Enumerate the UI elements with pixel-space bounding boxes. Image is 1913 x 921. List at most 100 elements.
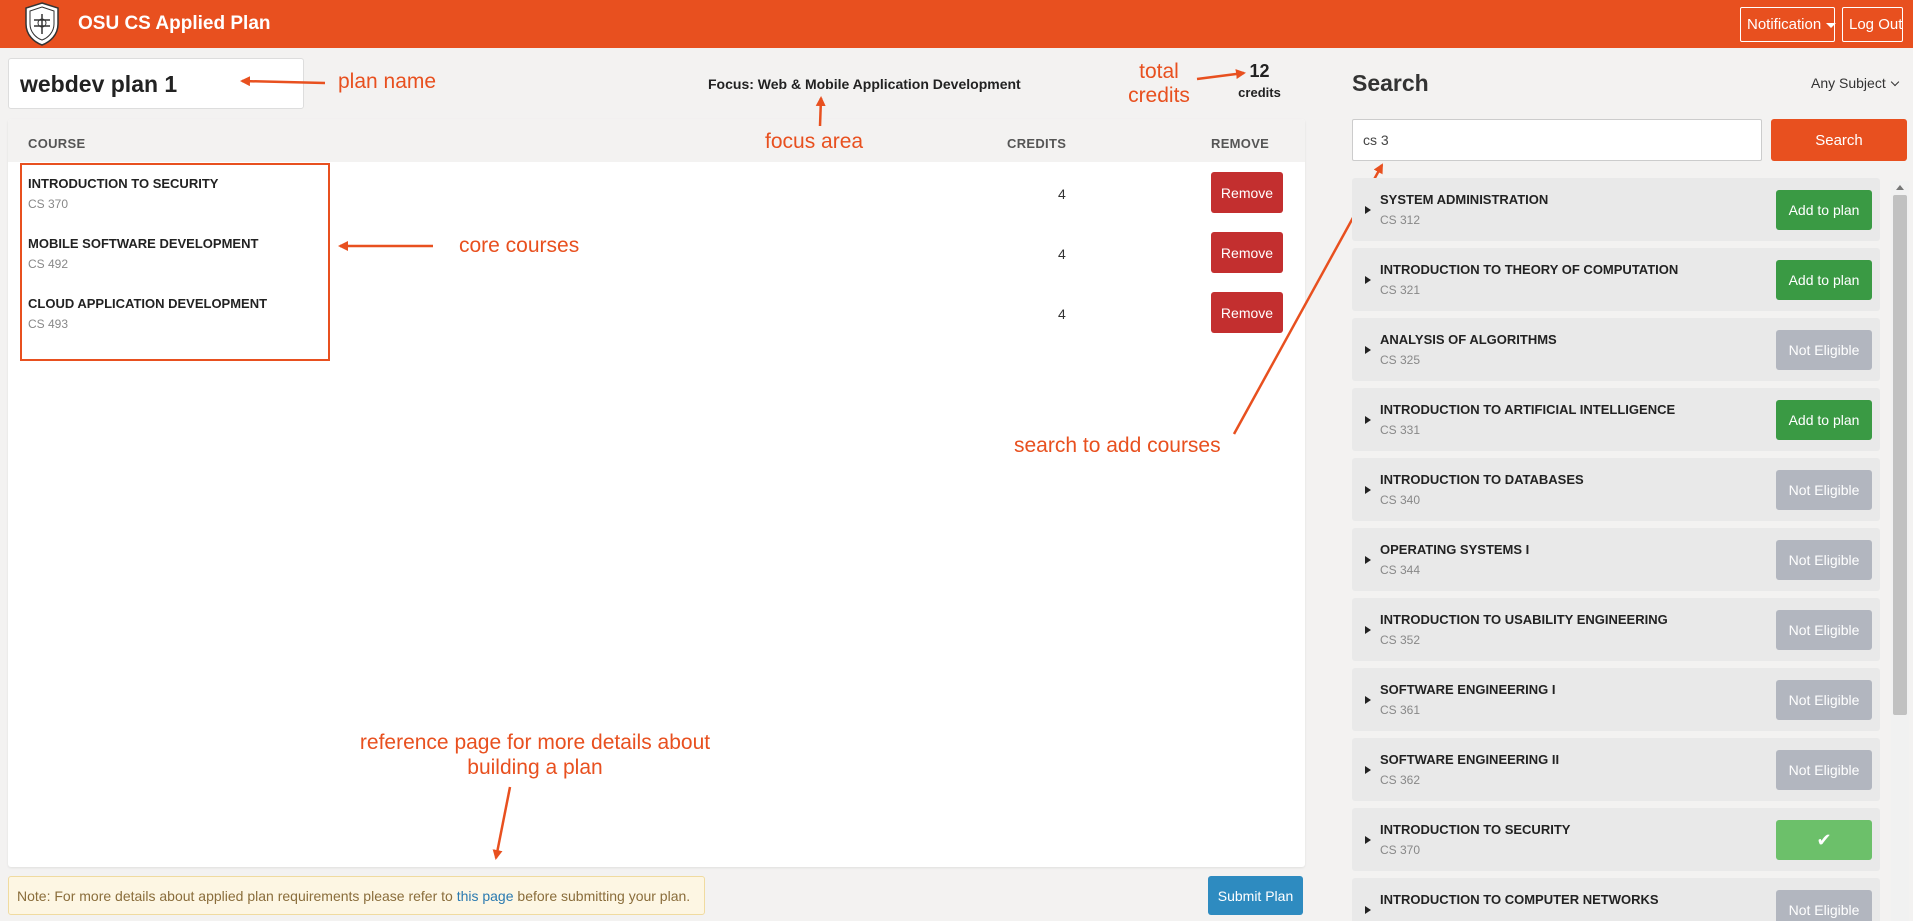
osu-seal-icon[interactable]	[23, 2, 61, 46]
result-title: INTRODUCTION TO THEORY OF COMPUTATION	[1380, 262, 1679, 277]
not-eligible-button: Not Eligible	[1776, 680, 1872, 720]
result-title: OPERATING SYSTEMS I	[1380, 542, 1530, 557]
annotation-reference-line1: reference page for more details about	[359, 731, 711, 754]
list-item[interactable]: SOFTWARE ENGINEERING II CS 362 Not Eligi…	[1352, 738, 1880, 801]
scroll-up-icon[interactable]	[1896, 185, 1904, 190]
note-text-after: before submitting your plan.	[513, 888, 691, 904]
list-item[interactable]: OPERATING SYSTEMS I CS 344 Not Eligible	[1352, 528, 1880, 591]
core-courses-highlight-box	[20, 163, 330, 361]
notification-dropdown[interactable]: Notification	[1740, 7, 1837, 42]
reference-page-link[interactable]: this page	[457, 888, 514, 904]
result-title: INTRODUCTION TO SECURITY	[1380, 822, 1571, 837]
app-title[interactable]: OSU CS Applied Plan	[78, 13, 271, 35]
total-credits-label: credits	[1238, 85, 1281, 100]
scrollbar-thumb[interactable]	[1893, 195, 1907, 715]
result-title: INTRODUCTION TO COMPUTER NETWORKS	[1380, 892, 1659, 907]
remove-course-button[interactable]: Remove	[1211, 232, 1283, 273]
result-title: SYSTEM ADMINISTRATION	[1380, 192, 1549, 207]
result-code: CS 331	[1380, 423, 1421, 437]
result-code: CS 362	[1380, 773, 1421, 787]
result-title: SOFTWARE ENGINEERING II	[1380, 752, 1560, 767]
triangle-right-icon[interactable]	[1365, 556, 1371, 564]
list-item[interactable]: SYSTEM ADMINISTRATION CS 312 Add to plan	[1352, 178, 1880, 241]
result-title: SOFTWARE ENGINEERING I	[1380, 682, 1556, 697]
check-icon: ✔	[1776, 820, 1872, 860]
annotation-search-add: search to add courses	[1014, 434, 1221, 457]
total-credits: 12 credits	[1237, 61, 1282, 100]
not-eligible-button: Not Eligible	[1776, 540, 1872, 580]
result-code: CS 344	[1380, 563, 1421, 577]
remove-course-button[interactable]: Remove	[1211, 292, 1283, 333]
focus-area: Focus: Web & Mobile Application Developm…	[708, 76, 1021, 92]
triangle-right-icon[interactable]	[1365, 206, 1371, 214]
annotation-focus-area: focus area	[765, 130, 864, 153]
search-results-list: SYSTEM ADMINISTRATION CS 312 Add to plan…	[1352, 178, 1880, 921]
not-eligible-button: Not Eligible	[1776, 330, 1872, 370]
column-header-course: COURSE	[28, 136, 86, 151]
plan-name: webdev plan 1	[20, 71, 178, 97]
result-code: CS 361	[1380, 703, 1421, 717]
annotation-plan-name: plan name	[338, 70, 437, 93]
add-to-plan-button[interactable]: Add to plan	[1776, 260, 1872, 300]
subject-dropdown[interactable]: Any Subject	[1811, 75, 1899, 91]
list-item[interactable]: ANALYSIS OF ALGORITHMS CS 325 Not Eligib…	[1352, 318, 1880, 381]
result-code: CS 321	[1380, 283, 1421, 297]
not-eligible-button: Not Eligible	[1776, 610, 1872, 650]
add-to-plan-button[interactable]: Add to plan	[1776, 190, 1872, 230]
list-item[interactable]: INTRODUCTION TO USABILITY ENGINEERING CS…	[1352, 598, 1880, 661]
results-scrollbar[interactable]	[1891, 181, 1909, 921]
not-eligible-button: Not Eligible	[1776, 470, 1872, 510]
course-credits: 4	[1058, 306, 1066, 322]
course-credits: 4	[1058, 186, 1066, 202]
triangle-right-icon[interactable]	[1365, 836, 1371, 844]
annotation-total-credits-line1: total	[1139, 60, 1179, 83]
annotation-total-credits-line2: credits	[1128, 84, 1190, 107]
notification-label: Notification	[1747, 16, 1822, 33]
table-header: COURSE CREDITS REMOVE	[8, 119, 1305, 162]
result-title: INTRODUCTION TO USABILITY ENGINEERING	[1380, 612, 1668, 627]
plan-name-field[interactable]: webdev plan 1	[8, 58, 304, 109]
result-code: CS 312	[1380, 213, 1421, 227]
triangle-right-icon[interactable]	[1365, 346, 1371, 354]
list-item[interactable]: INTRODUCTION TO THEORY OF COMPUTATION CS…	[1352, 248, 1880, 311]
triangle-right-icon[interactable]	[1365, 626, 1371, 634]
total-credits-value: 12	[1249, 61, 1270, 81]
triangle-right-icon[interactable]	[1365, 276, 1371, 284]
list-item[interactable]: INTRODUCTION TO ARTIFICIAL INTELLIGENCE …	[1352, 388, 1880, 451]
search-title: Search	[1352, 70, 1429, 96]
chevron-down-icon	[1890, 77, 1899, 87]
list-item[interactable]: INTRODUCTION TO DATABASES CS 340 Not Eli…	[1352, 458, 1880, 521]
result-code: CS 340	[1380, 493, 1421, 507]
triangle-right-icon[interactable]	[1365, 696, 1371, 704]
result-code: CS 325	[1380, 353, 1421, 367]
annotation-core-courses: core courses	[459, 234, 580, 257]
list-item[interactable]: SOFTWARE ENGINEERING I CS 361 Not Eligib…	[1352, 668, 1880, 731]
course-search-input[interactable]	[1352, 119, 1762, 161]
not-eligible-button: Not Eligible	[1776, 750, 1872, 790]
column-header-remove: REMOVE	[1211, 136, 1270, 151]
search-button[interactable]: Search	[1771, 119, 1907, 161]
triangle-right-icon[interactable]	[1365, 906, 1371, 914]
note-text-before: Note: For more details about applied pla…	[17, 888, 457, 904]
submit-plan-button[interactable]: Submit Plan	[1208, 876, 1303, 915]
result-title: INTRODUCTION TO DATABASES	[1380, 472, 1584, 487]
plan-note: Note: For more details about applied pla…	[8, 876, 705, 915]
top-navbar: OSU CS Applied Plan Notification Log Out	[0, 0, 1913, 48]
subject-dropdown-value: Any Subject	[1811, 75, 1886, 91]
column-header-credits: CREDITS	[1007, 136, 1067, 151]
caret-down-icon	[1826, 22, 1837, 28]
result-title: ANALYSIS OF ALGORITHMS	[1380, 332, 1557, 347]
logout-button[interactable]: Log Out	[1842, 7, 1903, 42]
result-code: CS 352	[1380, 633, 1421, 647]
add-to-plan-button[interactable]: Add to plan	[1776, 400, 1872, 440]
triangle-right-icon[interactable]	[1365, 766, 1371, 774]
result-code: CS 370	[1380, 843, 1421, 857]
list-item[interactable]: INTRODUCTION TO COMPUTER NETWORKS Not El…	[1352, 878, 1880, 921]
list-item[interactable]: INTRODUCTION TO SECURITY CS 370 ✔	[1352, 808, 1880, 871]
result-title: INTRODUCTION TO ARTIFICIAL INTELLIGENCE	[1380, 402, 1676, 417]
triangle-right-icon[interactable]	[1365, 486, 1371, 494]
remove-course-button[interactable]: Remove	[1211, 172, 1283, 213]
course-credits: 4	[1058, 246, 1066, 262]
triangle-right-icon[interactable]	[1365, 416, 1371, 424]
not-eligible-button: Not Eligible	[1776, 890, 1872, 921]
